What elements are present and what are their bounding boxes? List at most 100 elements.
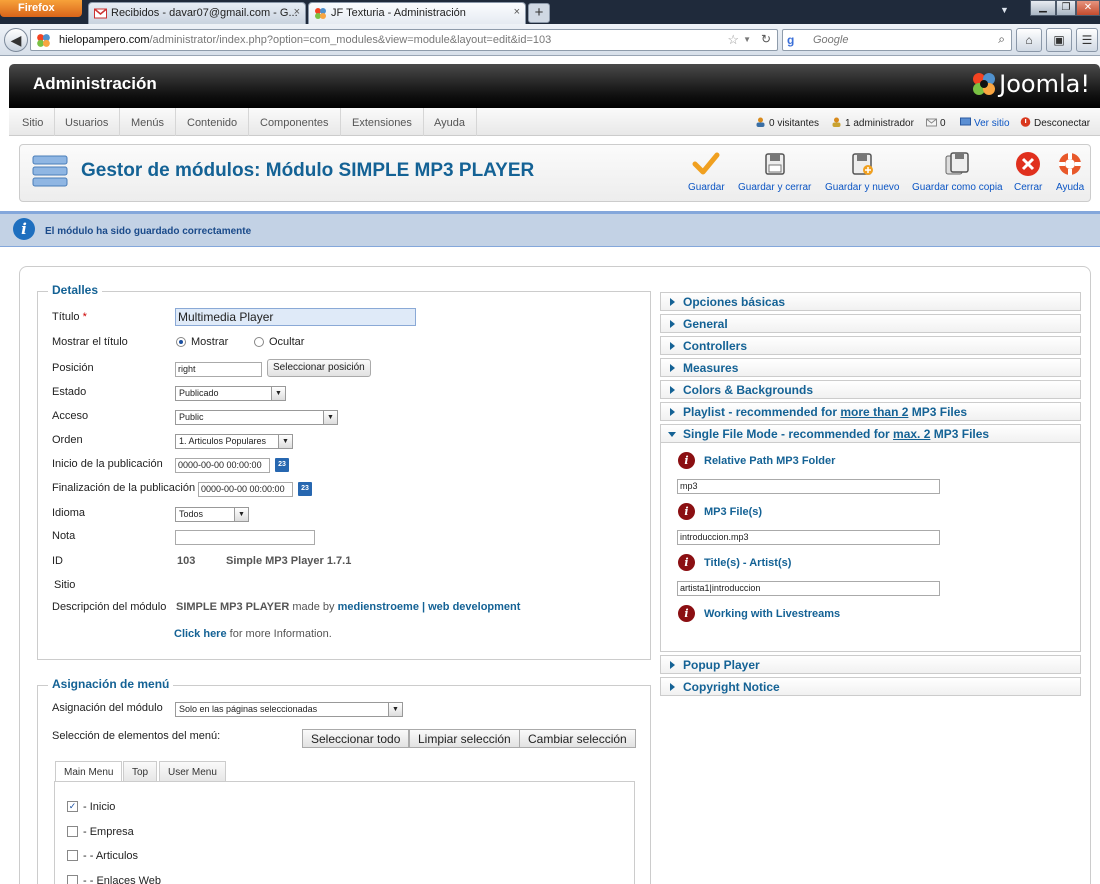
menu-item-label: - - Articulos <box>83 850 139 862</box>
publish-up-input[interactable]: 0000-00-00 00:00:00 <box>175 458 270 473</box>
position-input[interactable]: right <box>175 362 262 377</box>
field-label: Title(s) - Artist(s) <box>704 557 792 569</box>
module-name: Simple MP3 Player 1.7.1 <box>226 555 352 567</box>
click-here-link[interactable]: Click here <box>174 628 227 640</box>
panel-single-file-mode[interactable]: Single File Mode - recommended for max. … <box>660 424 1081 443</box>
menu-ayuda[interactable]: Ayuda <box>423 108 477 136</box>
info-icon[interactable]: i <box>678 605 695 622</box>
description-label: Descripción del módulo <box>52 601 167 613</box>
minimize-icon[interactable]: ▁ <box>1030 0 1056 16</box>
save-button[interactable]: Guardar <box>688 151 725 193</box>
menu-componentes[interactable]: Componentes <box>249 108 341 136</box>
save-and-new-button[interactable]: Guardar y nuevo <box>825 151 900 193</box>
history-dropdown-icon[interactable]: ▼ <box>743 35 751 44</box>
panel-controllers[interactable]: Controllers <box>660 336 1081 355</box>
show-title-radio-show[interactable] <box>176 337 186 347</box>
close-button[interactable]: Cerrar <box>1014 151 1042 193</box>
save-as-copy-button[interactable]: Guardar como copia <box>912 151 1003 193</box>
help-button[interactable]: Ayuda <box>1056 151 1084 193</box>
publish-up-label: Inicio de la publicación <box>52 458 163 470</box>
menu-item-checkbox[interactable]: ✓ <box>67 801 78 812</box>
bookmark-star-icon[interactable]: ☆ <box>727 32 739 48</box>
panel-playlist[interactable]: Playlist - recommended for more than 2 M… <box>660 402 1081 421</box>
chevron-down-icon <box>668 432 676 437</box>
system-message: i El módulo ha sido guardado correctamen… <box>0 211 1100 247</box>
tab-list-chevron-icon[interactable]: ▼ <box>1000 5 1009 15</box>
chevron-down-icon: ▼ <box>388 703 402 716</box>
module-manager-icon <box>32 155 68 187</box>
url-path: /administrator/index.php?option=com_modu… <box>149 34 552 46</box>
state-select[interactable]: Publicado ▼ <box>175 386 286 401</box>
menu-item-checkbox[interactable] <box>67 826 78 837</box>
save-and-close-button[interactable]: Guardar y cerrar <box>738 151 811 193</box>
show-title-radio-hide[interactable] <box>254 337 264 347</box>
info-icon[interactable]: i <box>678 554 695 571</box>
sidebar-toggle-icon[interactable]: ▣ <box>1046 28 1072 52</box>
language-select[interactable]: Todos ▼ <box>175 507 249 522</box>
order-select[interactable]: 1. Articulos Populares ▼ <box>175 434 293 449</box>
new-tab-button[interactable]: + <box>528 3 550 23</box>
home-icon[interactable]: ⌂ <box>1016 28 1042 52</box>
browser-tab-bar: Firefox Recibidos - davar07@gmail.com - … <box>0 0 1100 24</box>
select-all-button[interactable]: Seleccionar todo <box>302 729 410 748</box>
state-label: Estado <box>52 386 87 398</box>
calendar-icon[interactable]: 23 <box>298 482 312 496</box>
menu-item-checkbox[interactable] <box>67 875 78 884</box>
chevron-right-icon <box>670 386 675 394</box>
module-assignment-select[interactable]: Solo en las páginas seleccionadas ▼ <box>175 702 403 717</box>
info-icon[interactable]: i <box>678 452 695 469</box>
admins-status: 1 administrador <box>831 117 914 129</box>
tab-title: JF Texturia - Administración <box>331 7 466 19</box>
panel-copyright-notice[interactable]: Copyright Notice <box>660 677 1081 696</box>
tab-main-menu[interactable]: Main Menu <box>55 761 123 783</box>
firefox-menu-button[interactable]: Firefox <box>0 0 82 17</box>
menu-sitio[interactable]: Sitio <box>11 108 56 136</box>
info-icon[interactable]: i <box>678 503 695 520</box>
logout-link[interactable]: Desconectar <box>1020 117 1090 129</box>
toolbar-menu-icon[interactable]: ☰ <box>1076 28 1098 52</box>
disk-copy-icon <box>945 152 970 175</box>
messages-status[interactable]: 0 <box>926 117 946 129</box>
url-bar[interactable]: hielopampero.com/administrator/index.php… <box>30 29 778 51</box>
show-title-label: Mostrar el título <box>52 336 128 348</box>
google-engine-icon[interactable]: g <box>787 33 794 47</box>
title-input[interactable]: Multimedia Player <box>175 308 416 326</box>
toggle-selection-button[interactable]: Cambiar selección <box>519 729 636 748</box>
panel-general[interactable]: General <box>660 314 1081 333</box>
close-icon[interactable]: × <box>514 6 520 18</box>
view-site-link[interactable]: Ver sitio <box>960 117 1010 129</box>
window-close-icon[interactable]: ✕ <box>1076 0 1100 16</box>
menu-item-checkbox[interactable] <box>67 850 78 861</box>
reload-icon[interactable]: ↻ <box>761 32 771 46</box>
panel-colors-backgrounds[interactable]: Colors & Backgrounds <box>660 380 1081 399</box>
panel-measures[interactable]: Measures <box>660 358 1081 377</box>
menu-item-label: - - Enlaces Web <box>83 875 162 884</box>
joomla-logo-icon <box>973 73 996 95</box>
menu-menus[interactable]: Menús <box>120 108 177 136</box>
menu-extensiones[interactable]: Extensiones <box>341 108 424 136</box>
panel-basic-options[interactable]: Opciones básicas <box>660 292 1081 311</box>
search-input[interactable]: g Google ⌕ <box>782 29 1012 51</box>
tab-user-menu[interactable]: User Menu <box>159 761 226 782</box>
calendar-icon[interactable]: 23 <box>275 458 289 472</box>
note-input[interactable] <box>175 530 315 545</box>
mp3-files-input[interactable]: introduccion.mp3 <box>677 530 940 545</box>
publish-down-input[interactable]: 0000-00-00 00:00:00 <box>198 482 293 497</box>
close-icon[interactable]: × <box>294 6 300 18</box>
select-position-button[interactable]: Seleccionar posición <box>267 359 371 377</box>
menu-contenido[interactable]: Contenido <box>176 108 250 136</box>
titles-artists-input[interactable]: artista1|introduccion <box>677 581 940 596</box>
access-select[interactable]: Public ▼ <box>175 410 338 425</box>
browser-tab-admin[interactable]: JF Texturia - Administración × <box>308 2 526 24</box>
maximize-icon[interactable]: ❐ <box>1056 0 1076 16</box>
chevron-right-icon <box>670 320 675 328</box>
medienstroeme-link[interactable]: medienstroeme | web development <box>338 601 521 613</box>
search-icon[interactable]: ⌕ <box>998 32 1005 47</box>
browser-tab-gmail[interactable]: Recibidos - davar07@gmail.com - G... × <box>88 2 306 24</box>
menu-usuarios[interactable]: Usuarios <box>54 108 121 136</box>
back-arrow-icon[interactable]: ◀ <box>4 28 28 52</box>
panel-popup-player[interactable]: Popup Player <box>660 655 1081 674</box>
tab-top[interactable]: Top <box>123 761 158 782</box>
clear-selection-button[interactable]: Limpiar selección <box>409 729 520 748</box>
mp3-folder-input[interactable]: mp3 <box>677 479 940 494</box>
